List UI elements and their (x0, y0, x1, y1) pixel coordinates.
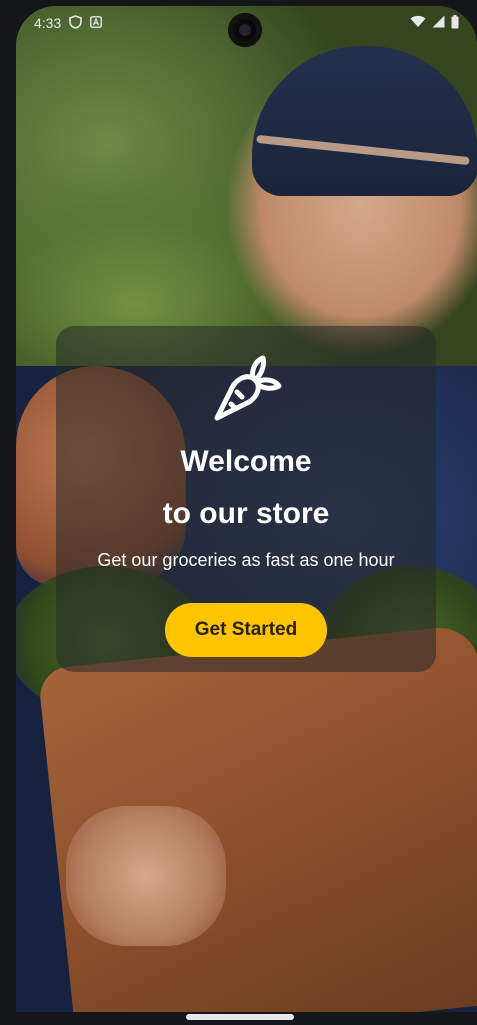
home-indicator[interactable] (186, 1014, 294, 1020)
status-time: 4:33 (34, 15, 62, 31)
device-frame: 4:33 Welcome to our store Get our grocer… (0, 0, 477, 1025)
front-camera (228, 13, 262, 47)
welcome-title: Welcome to our store (163, 436, 330, 540)
shield-icon (69, 14, 83, 32)
welcome-title-line1: Welcome (180, 445, 312, 478)
wifi-icon (410, 15, 426, 31)
photo-hand-bottom (66, 806, 226, 946)
welcome-subtitle: Get our groceries as fast as one hour (97, 550, 395, 570)
welcome-card: Welcome to our store Get our groceries a… (56, 326, 436, 672)
welcome-title-line2: to our store (162, 497, 330, 530)
carrot-icon (209, 352, 283, 426)
signal-icon (432, 15, 445, 31)
get-started-button[interactable]: Get Started (165, 603, 327, 657)
battery-icon (451, 14, 459, 32)
a-icon (90, 15, 103, 31)
